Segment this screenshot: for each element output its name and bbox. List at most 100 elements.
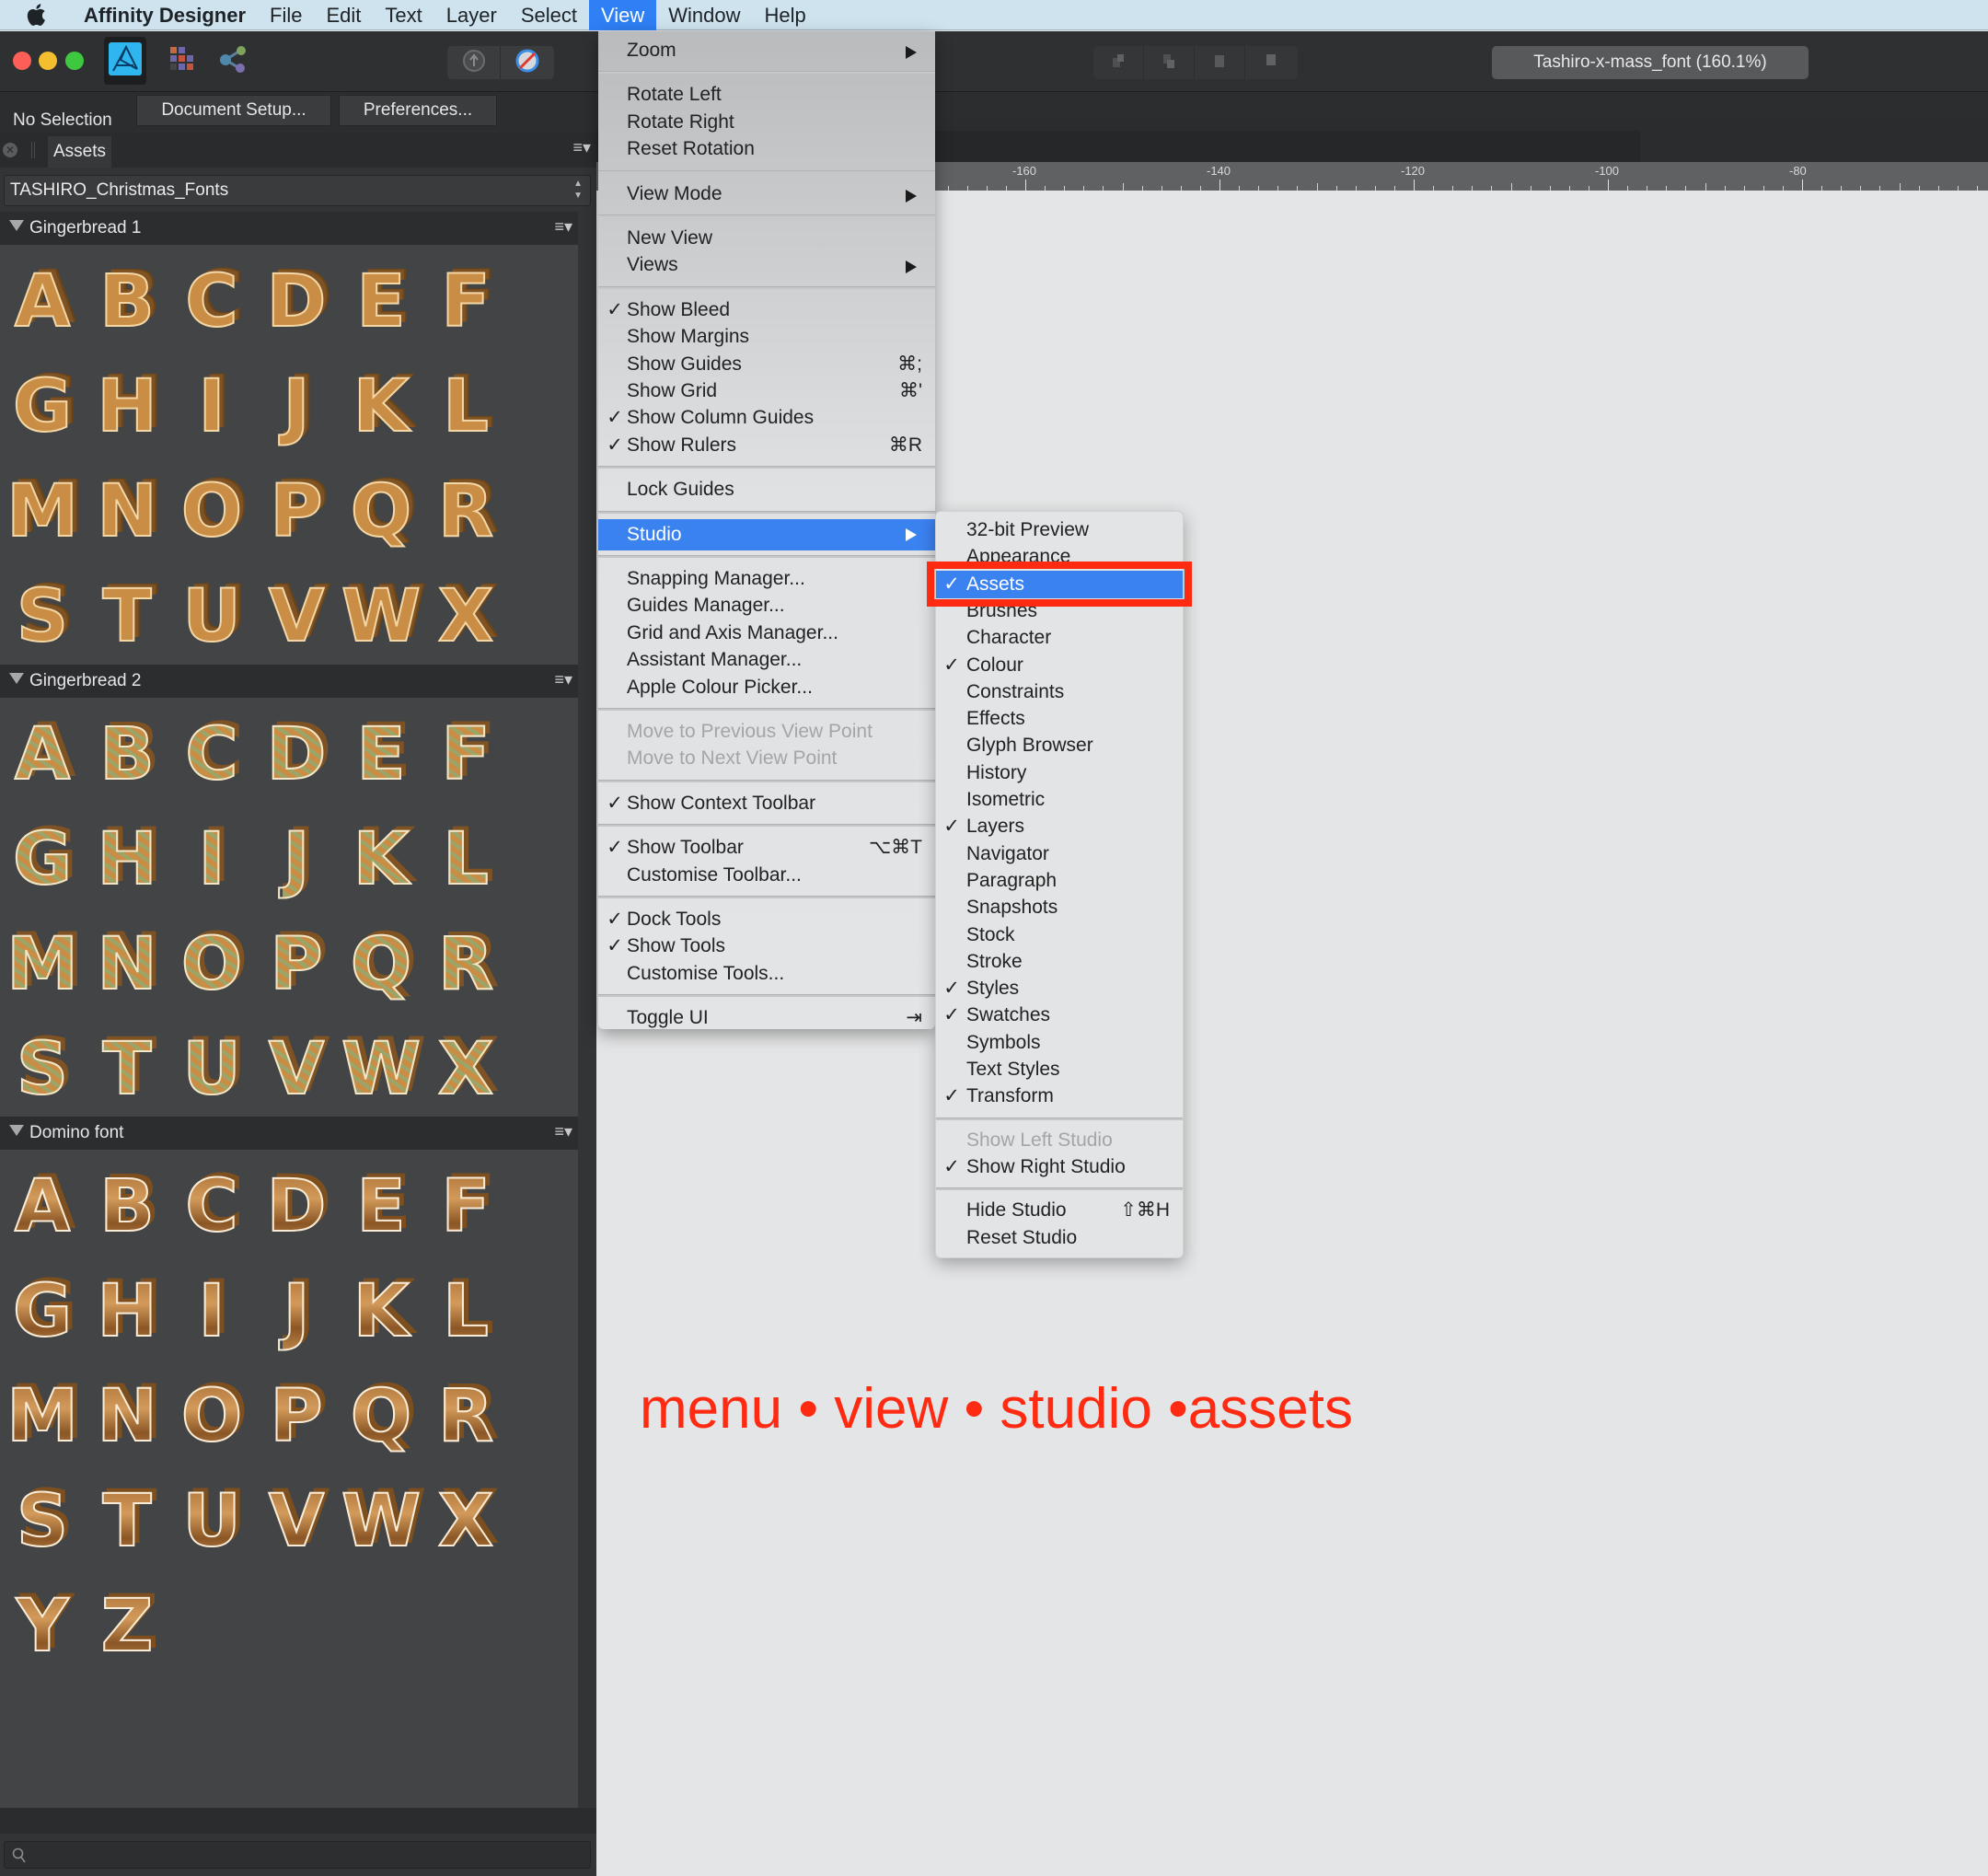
zoom-window-button[interactable] [65, 52, 84, 70]
asset-glyph-x[interactable]: X [423, 1024, 508, 1116]
asset-glyph-q[interactable]: Q [339, 919, 423, 1011]
asset-glyph-l[interactable]: L [423, 361, 508, 453]
asset-glyph-p[interactable]: P [254, 1371, 339, 1463]
studio-menu-item-effects[interactable]: Effects [936, 705, 1183, 732]
asset-glyph-j[interactable]: J [254, 814, 339, 906]
asset-glyph-x[interactable]: X [423, 1476, 508, 1568]
studio-menu-item-stroke[interactable]: Stroke [936, 948, 1183, 975]
asset-glyph-b[interactable]: B [85, 1161, 169, 1253]
asset-glyph-f[interactable]: F [423, 709, 508, 801]
asset-glyph-b[interactable]: B [85, 256, 169, 348]
menu-text[interactable]: Text [373, 0, 433, 30]
upload-flower-button[interactable] [447, 46, 501, 79]
view-menu-item-show-guides[interactable]: Show Guides ⌘; [598, 351, 935, 377]
arrange-backward-button[interactable] [1144, 46, 1195, 79]
asset-glyph-h[interactable]: H [85, 1266, 169, 1358]
studio-menu-item-colour[interactable]: ✓ Colour [936, 652, 1183, 678]
asset-glyph-c[interactable]: C [169, 1161, 254, 1253]
asset-glyph-d[interactable]: D [254, 1161, 339, 1253]
arrange-back-button[interactable] [1093, 46, 1144, 79]
close-window-button[interactable] [13, 52, 31, 70]
studio-menu-item-swatches[interactable]: ✓ Swatches [936, 1002, 1183, 1028]
asset-glyph-u[interactable]: U [169, 1024, 254, 1116]
asset-glyph-c[interactable]: C [169, 709, 254, 801]
studio-menu-item-symbols[interactable]: Symbols [936, 1029, 1183, 1056]
disclosure-triangle-icon[interactable] [9, 1125, 24, 1136]
view-menu-item-studio[interactable]: Studio [598, 518, 935, 550]
studio-menu-item-stock[interactable]: Stock [936, 921, 1183, 948]
asset-glyph-y[interactable]: Y [0, 1581, 85, 1673]
asset-glyph-r[interactable]: R [423, 1371, 508, 1463]
asset-glyph-p[interactable]: P [254, 919, 339, 1011]
asset-glyph-e[interactable]: E [339, 709, 423, 801]
designer-persona-button[interactable] [104, 37, 146, 85]
view-menu-item-show-bleed[interactable]: ✓ Show Bleed [598, 296, 935, 323]
asset-glyph-a[interactable]: A [0, 709, 85, 801]
view-menu-item-assistant-manager[interactable]: Assistant Manager... [598, 646, 935, 673]
asset-glyph-o[interactable]: O [169, 1371, 254, 1463]
studio-menu-item-brushes[interactable]: Brushes [936, 597, 1183, 624]
panel-close-icon[interactable]: ✕ [3, 143, 17, 157]
asset-glyph-v[interactable]: V [254, 1476, 339, 1568]
studio-menu-item-glyph-browser[interactable]: Glyph Browser [936, 732, 1183, 759]
menu-edit[interactable]: Edit [314, 0, 373, 30]
view-menu-item-customise-tools[interactable]: Customise Tools... [598, 960, 935, 987]
subcategory-menu-icon[interactable]: ≡▾ [554, 217, 572, 237]
pixel-persona-button[interactable] [161, 37, 203, 85]
view-menu-item-snapping-manager[interactable]: Snapping Manager... [598, 565, 935, 592]
subcategory-menu-icon[interactable]: ≡▾ [554, 670, 572, 689]
view-menu-item-show-context-toolbar[interactable]: ✓ Show Context Toolbar [598, 790, 935, 816]
view-menu-item-apple-colour-picker[interactable]: Apple Colour Picker... [598, 674, 935, 701]
subcategory-menu-icon[interactable]: ≡▾ [554, 1122, 572, 1141]
asset-glyph-t[interactable]: T [85, 1476, 169, 1568]
view-menu-item-view-mode[interactable]: View Mode [598, 180, 935, 207]
studio-menu-item-isometric[interactable]: Isometric [936, 786, 1183, 813]
asset-glyph-z[interactable]: Z [85, 1581, 169, 1673]
asset-glyph-t[interactable]: T [85, 1024, 169, 1116]
asset-glyph-g[interactable]: G [0, 361, 85, 453]
asset-glyph-c[interactable]: C [169, 256, 254, 348]
export-persona-button[interactable] [212, 37, 254, 85]
preferences-button[interactable]: Preferences... [339, 95, 497, 126]
disclosure-triangle-icon[interactable] [9, 220, 24, 231]
asset-glyph-l[interactable]: L [423, 1266, 508, 1358]
view-menu-item-show-tools[interactable]: ✓ Show Tools [598, 932, 935, 959]
studio-menu-item-snapshots[interactable]: Snapshots [936, 894, 1183, 921]
studio-menu-item-appearance[interactable]: Appearance [936, 543, 1183, 570]
subcategory-header-gingerbread-2[interactable]: Gingerbread 2 ≡▾ [0, 665, 578, 698]
asset-glyph-i[interactable]: I [169, 361, 254, 453]
studio-menu-item-32-bit-preview[interactable]: 32-bit Preview [936, 516, 1183, 543]
studio-menu-item-character[interactable]: Character [936, 624, 1183, 651]
panel-menu-icon[interactable]: ≡▾ [572, 138, 591, 157]
studio-menu-item-styles[interactable]: ✓ Styles [936, 975, 1183, 1002]
view-menu-item-new-view[interactable]: New View [598, 225, 935, 251]
asset-glyph-w[interactable]: W [339, 571, 423, 663]
asset-glyph-x[interactable]: X [423, 571, 508, 663]
asset-glyph-h[interactable]: H [85, 814, 169, 906]
asset-glyph-i[interactable]: I [169, 1266, 254, 1358]
menu-select[interactable]: Select [509, 0, 589, 30]
view-menu-item-lock-guides[interactable]: Lock Guides [598, 476, 935, 503]
asset-glyph-s[interactable]: S [0, 1476, 85, 1568]
asset-glyph-q[interactable]: Q [339, 466, 423, 558]
asset-glyph-f[interactable]: F [423, 256, 508, 348]
asset-glyph-d[interactable]: D [254, 709, 339, 801]
asset-glyph-o[interactable]: O [169, 466, 254, 558]
arrange-forward-button[interactable] [1195, 46, 1245, 79]
view-menu-item-show-margins[interactable]: Show Margins [598, 323, 935, 350]
asset-glyph-f[interactable]: F [423, 1161, 508, 1253]
view-menu-item-views[interactable]: Views [598, 251, 935, 278]
panel-grip-handle[interactable] [31, 142, 35, 158]
asset-glyph-h[interactable]: H [85, 361, 169, 453]
menu-window[interactable]: Window [656, 0, 752, 30]
asset-glyph-n[interactable]: N [85, 466, 169, 558]
studio-menu-item-reset-studio[interactable]: Reset Studio [936, 1224, 1183, 1251]
menu-help[interactable]: Help [753, 0, 818, 30]
asset-glyph-r[interactable]: R [423, 919, 508, 1011]
view-menu-item-show-toolbar[interactable]: ✓ Show Toolbar ⌥⌘T [598, 834, 935, 861]
document-setup-button[interactable]: Document Setup... [136, 95, 331, 126]
asset-glyph-v[interactable]: V [254, 1024, 339, 1116]
apple-logo-icon[interactable] [24, 3, 48, 27]
disclosure-triangle-icon[interactable] [9, 673, 24, 684]
studio-menu-item-text-styles[interactable]: Text Styles [936, 1056, 1183, 1083]
